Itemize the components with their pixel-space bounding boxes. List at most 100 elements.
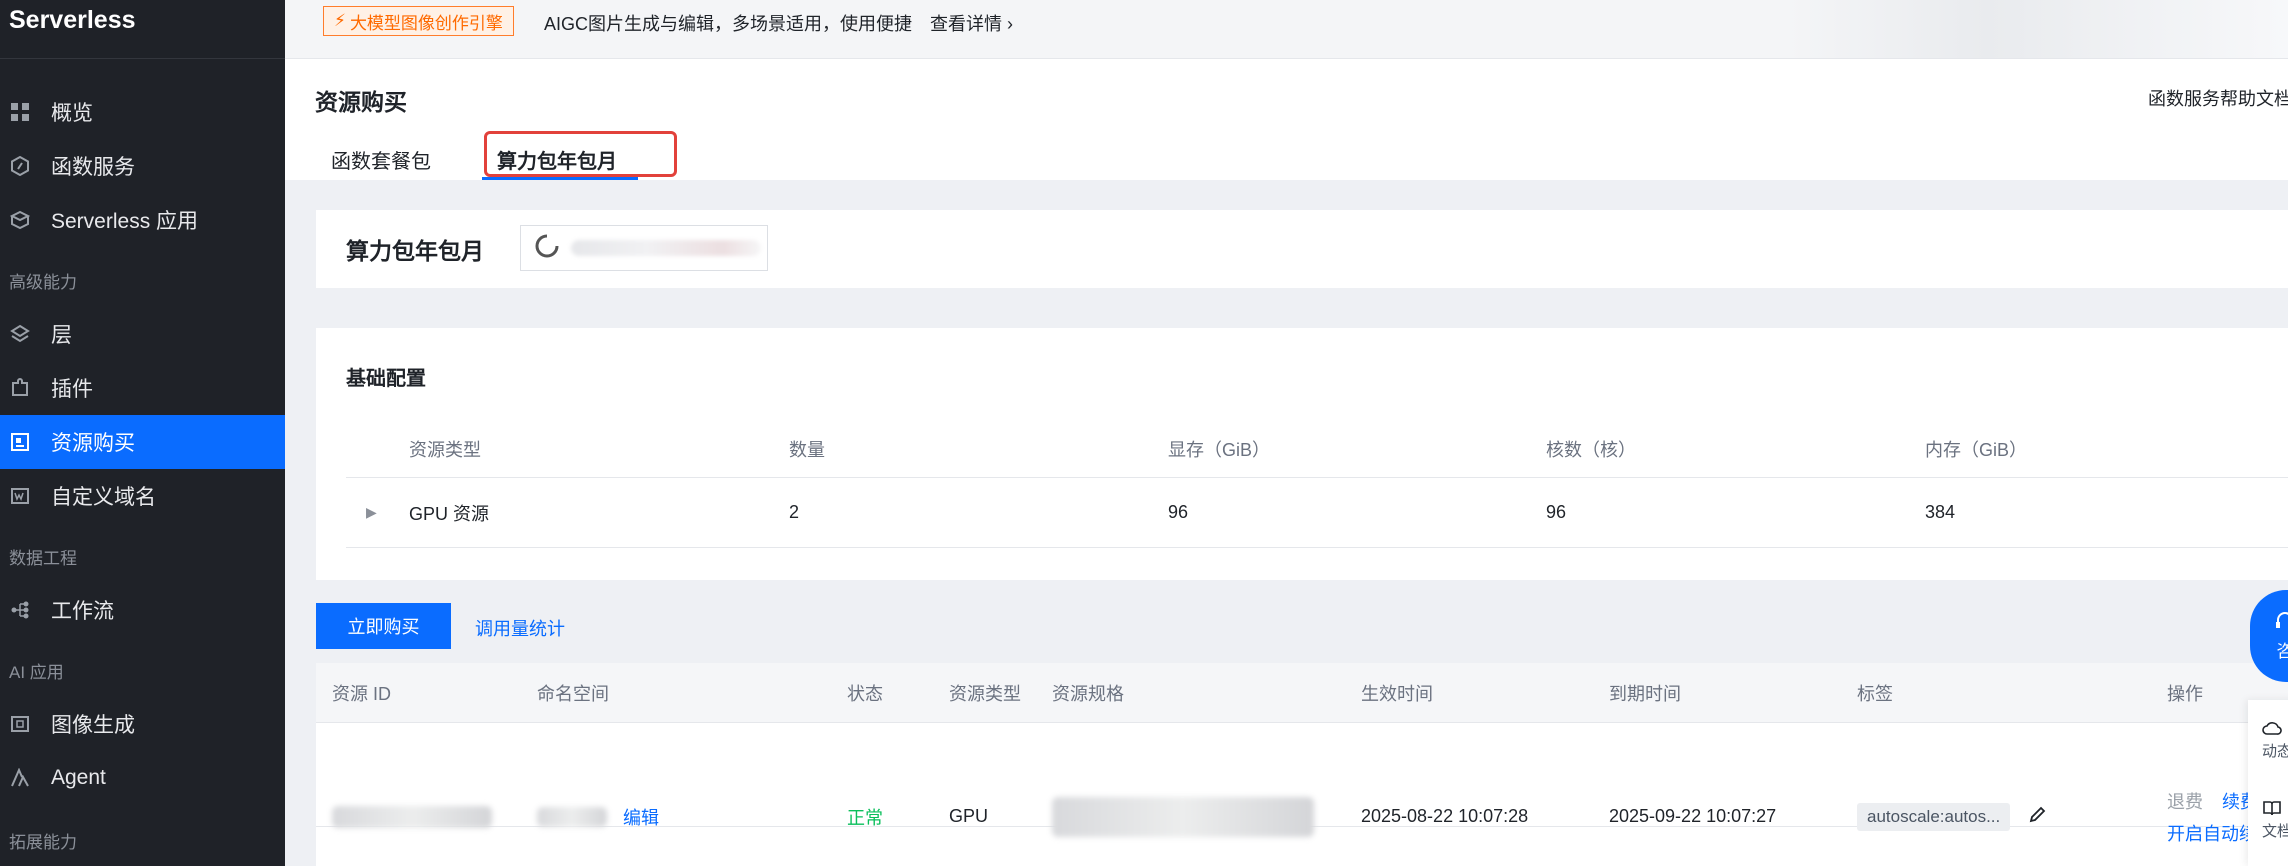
grid-icon <box>9 101 31 123</box>
layers-icon <box>9 323 31 345</box>
cell-resource-type: GPU 资源 <box>409 503 490 524</box>
float-side-panel: 动态 文档 <box>2248 700 2288 866</box>
refund-link[interactable]: 退费 <box>2167 792 2203 812</box>
sidebar-item-functions[interactable]: 函数服务 <box>0 139 285 193</box>
col-resource-id: 资源 ID <box>332 683 392 704</box>
banner-text: AIGC图片生成与编辑，多场景适用，使用便捷 <box>544 14 913 34</box>
banner-tag-label: 大模型图像创作引擎 <box>349 13 503 33</box>
edit-namespace-link[interactable]: 编辑 <box>623 804 659 830</box>
workflow-icon <box>9 599 31 621</box>
sidebar-item-overview[interactable]: 概览 <box>0 85 285 139</box>
tab-active-indicator <box>482 177 638 180</box>
cell-tags: autoscale:autos... <box>1857 767 2048 866</box>
float-updates-item[interactable]: 动态 <box>2262 720 2288 761</box>
resource-table-header: 资源 ID 命名空间 状态 资源类型 资源规格 生效时间 到期时间 标签 操作 <box>316 663 2288 723</box>
float-docs-label: 文档 <box>2262 823 2288 840</box>
book-icon <box>2262 800 2288 820</box>
sidebar-item-label: 插件 <box>51 378 93 401</box>
cell-start-time: 2025-08-22 10:07:28 <box>1361 806 1529 826</box>
sidebar-section-data-engineering: 数据工程 <box>9 549 77 568</box>
sidebar-item-label: 图像生成 <box>51 714 135 737</box>
banner-link-label: 查看详情 <box>930 14 1002 34</box>
domain-icon <box>9 485 31 507</box>
help-docs-link[interactable]: 函数服务帮助文档 <box>2148 85 2288 111</box>
cell-actions: 退费 续费 开启自动续 <box>2167 767 2258 866</box>
col-start-time: 生效时间 <box>1361 683 1433 704</box>
sidebar-item-label: 函数服务 <box>51 156 135 179</box>
sidebar-item-label: 概览 <box>51 102 93 125</box>
edit-tag-icon[interactable] <box>2028 804 2048 829</box>
banner-details-link[interactable]: 查看详情 › <box>930 10 1013 36</box>
sidebar-item-label: 自定义域名 <box>51 486 156 509</box>
resource-table: 资源 ID 命名空间 状态 资源类型 资源规格 生效时间 到期时间 标签 操作 … <box>316 663 2288 866</box>
col-memory: 内存（GiB） <box>1925 439 2028 460</box>
cell-quantity: 2 <box>789 502 800 522</box>
col-tags: 标签 <box>1857 683 1893 704</box>
sidebar-title: Serverless <box>9 6 136 34</box>
hexagon-icon <box>9 155 31 177</box>
resource-icon <box>9 431 31 453</box>
cell-memory: 384 <box>1925 502 1956 522</box>
col-cores: 核数（核） <box>1546 439 1636 460</box>
sidebar-item-label: 层 <box>51 324 72 347</box>
region-selector[interactable] <box>520 225 768 271</box>
sidebar-item-serverless-app[interactable]: Serverless 应用 <box>0 193 285 247</box>
expand-caret-icon[interactable]: ▶ <box>366 478 377 547</box>
usage-stats-link[interactable]: 调用量统计 <box>475 615 565 641</box>
package-card: 算力包年包月 <box>316 210 2288 288</box>
config-table-header: 资源类型 数量 显存（GiB） 核数（核） 内存（GiB） <box>346 420 2288 478</box>
page-header: 资源购买 函数服务帮助文档 函数套餐包 算力包年包月 <box>285 58 2288 180</box>
sidebar-item-label: 工作流 <box>51 600 114 623</box>
consult-label: 咨 <box>2276 642 2288 661</box>
status-badge: 正常 <box>847 807 883 828</box>
sidebar-item-resource-purchase[interactable]: 资源购买 <box>0 415 285 469</box>
float-updates-label: 动态 <box>2262 743 2288 760</box>
cell-cores: 96 <box>1546 502 1567 522</box>
sidebar-item-custom-domain[interactable]: 自定义域名 <box>0 469 285 523</box>
tag-pill: autoscale:autos... <box>1857 802 2011 831</box>
col-namespace: 命名空间 <box>537 683 609 704</box>
col-status: 状态 <box>847 683 883 704</box>
col-quantity: 数量 <box>789 439 825 460</box>
cell-gpu-memory: 96 <box>1168 502 1189 522</box>
chevron-right-icon: › <box>1007 14 1014 34</box>
headset-icon <box>2274 610 2288 637</box>
float-docs-item[interactable]: 文档 <box>2262 800 2288 841</box>
region-logo-icon <box>535 233 559 263</box>
cell-type: GPU <box>949 806 989 826</box>
col-resource-type: 资源类型 <box>409 439 481 460</box>
promo-banner: ⚡ 大模型图像创作引擎 AIGC图片生成与编辑，多场景适用，使用便捷 查看详情 … <box>285 0 2288 58</box>
sidebar-item-image-generation[interactable]: 图像生成 <box>0 697 285 751</box>
buy-now-button[interactable]: 立即购买 <box>316 603 451 649</box>
sidebar: Serverless 概览 函数服务 Serverless 应用 高级能力 层 … <box>0 0 285 866</box>
sidebar-item-label: Agent <box>51 766 106 789</box>
highlight-annotation <box>484 131 677 177</box>
package-title: 算力包年包月 <box>346 238 484 264</box>
sidebar-section-ai-apps: AI 应用 <box>9 663 64 682</box>
sidebar-item-agent[interactable]: Agent <box>0 751 285 805</box>
cell-spec-redacted <box>1052 767 1314 866</box>
config-title: 基础配置 <box>346 368 426 390</box>
region-value-redacted <box>571 240 761 256</box>
tab-function-package[interactable]: 函数套餐包 <box>331 145 431 174</box>
sidebar-item-label: 资源购买 <box>51 432 135 455</box>
banner-tag[interactable]: ⚡ 大模型图像创作引擎 <box>323 6 514 36</box>
col-gpu-memory: 显存（GiB） <box>1168 439 1271 460</box>
image-icon <box>9 713 31 735</box>
sidebar-item-plugins[interactable]: 插件 <box>0 361 285 415</box>
cube-icon <box>9 209 31 231</box>
cloud-icon <box>2262 720 2288 740</box>
table-row: 编辑 正常 GPU 2025-08-22 10:07:28 2025-09-22… <box>316 767 2288 866</box>
cell-end-time: 2025-09-22 10:07:27 <box>1609 806 1777 826</box>
sidebar-item-workflow[interactable]: 工作流 <box>0 583 285 637</box>
col-spec: 资源规格 <box>1052 683 1124 704</box>
sidebar-item-layers[interactable]: 层 <box>0 307 285 361</box>
col-type: 资源类型 <box>949 683 1021 704</box>
col-end-time: 到期时间 <box>1609 683 1681 704</box>
sidebar-divider <box>0 58 285 59</box>
cell-resource-id-redacted <box>332 767 492 866</box>
config-table-row: ▶ GPU 资源 2 96 96 384 <box>346 478 2288 548</box>
auto-renew-link[interactable]: 开启自动续 <box>2167 820 2257 846</box>
page-title: 资源购买 <box>315 89 407 115</box>
agent-icon <box>9 767 31 789</box>
